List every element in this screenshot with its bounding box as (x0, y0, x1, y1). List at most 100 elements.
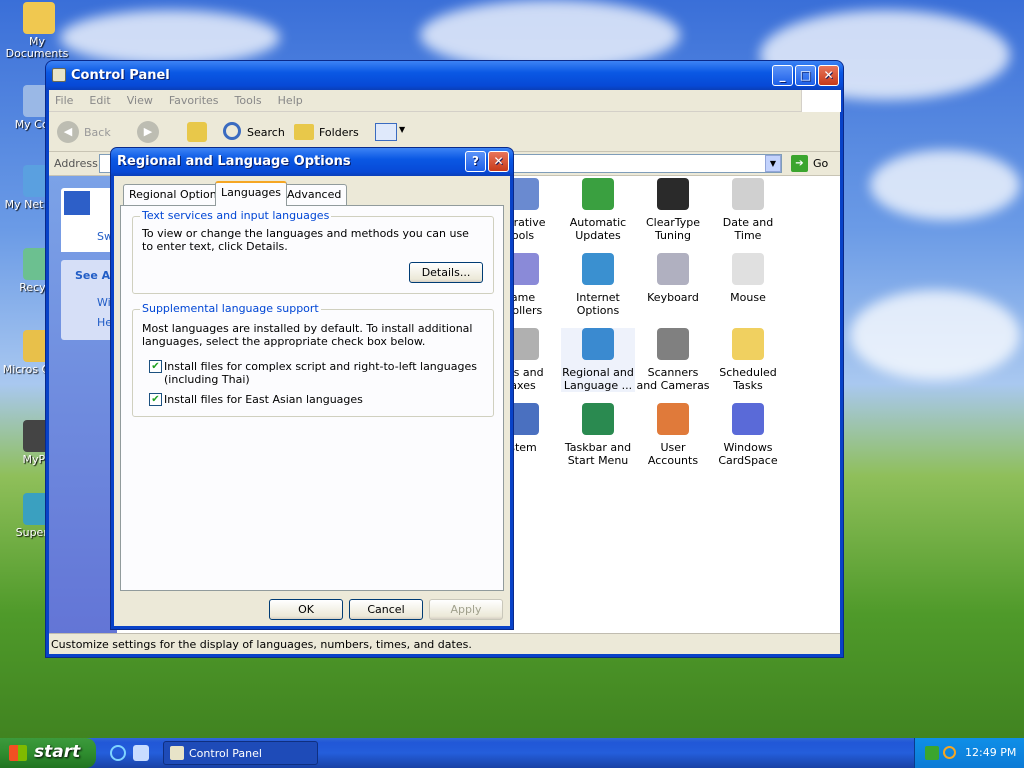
complex-script-checkbox[interactable]: ✔ (149, 360, 162, 373)
search-tray-icon[interactable] (943, 746, 956, 759)
dialog-help-button[interactable]: ? (465, 151, 486, 172)
network-tray-icon[interactable] (925, 746, 939, 760)
cp-item-label: Mouse (730, 291, 766, 304)
desktop-icon-image (23, 2, 55, 34)
text-services-group: Text services and input languages To vie… (132, 209, 494, 294)
control-panel-icon (63, 190, 91, 216)
chevron-down-icon[interactable]: ▼ (399, 125, 405, 134)
maximize-button[interactable]: □ (795, 65, 816, 86)
ok-button[interactable]: OK (269, 599, 343, 620)
cp-item-label: Windows CardSpace (718, 441, 778, 467)
supplemental-language-group: Supplemental language support Most langu… (132, 302, 494, 417)
taskbar-control-panel[interactable]: Control Panel (163, 741, 318, 765)
clock: 12:49 PM (965, 746, 1017, 759)
cp-item-label: Keyboard (647, 291, 699, 304)
up-folder-icon[interactable] (187, 122, 207, 142)
dialog-titlebar[interactable]: Regional and Language Options ? ✕ (111, 148, 513, 176)
cp-item-label: Automatic Updates (569, 216, 627, 242)
taskbar-control-panel-icon (170, 746, 184, 760)
cp-item[interactable]: Keyboard (636, 253, 710, 304)
menu-bar: File Edit View Favorites Tools Help (49, 90, 841, 112)
cp-item-icon (657, 328, 689, 360)
search-button[interactable]: Search (247, 126, 285, 139)
status-bar: Customize settings for the display of la… (49, 633, 840, 654)
east-asian-checkbox[interactable]: ✔ (149, 393, 162, 406)
cp-item-label: User Accounts (647, 441, 699, 467)
close-button[interactable]: ✕ (818, 65, 839, 86)
tab-advanced[interactable]: Advanced (281, 184, 348, 205)
back-arrow-icon[interactable]: ◀ (57, 121, 79, 143)
cp-item-label: Regional and Language ... (562, 366, 634, 392)
control-panel-window-icon (52, 68, 66, 82)
apply-button[interactable]: Apply (429, 599, 503, 620)
folders-button[interactable]: Folders (319, 126, 359, 139)
quick-launch-icon[interactable] (133, 745, 149, 761)
supplemental-language-description: Most languages are installed by default.… (142, 322, 473, 348)
text-services-title: Text services and input languages (140, 209, 332, 222)
desktop-icon[interactable]: My Documents (0, 2, 78, 60)
cp-item[interactable]: Scheduled Tasks (711, 328, 785, 392)
cp-item-icon (657, 178, 689, 210)
tab-languages[interactable]: Languages (215, 181, 288, 206)
taskbar: start Control Panel 12:49 PM (0, 738, 1024, 768)
details-button[interactable]: Details... (409, 262, 483, 283)
address-label: Address (54, 157, 98, 170)
cp-item-icon (657, 403, 689, 435)
cp-item[interactable]: Scanners and Cameras (636, 328, 710, 392)
cancel-button[interactable]: Cancel (349, 599, 423, 620)
forward-arrow-icon[interactable]: ▶ (137, 121, 159, 143)
views-icon[interactable] (375, 123, 397, 141)
taskbar-control-panel-label: Control Panel (189, 747, 262, 760)
desktop-icon-label: My Documents (5, 35, 69, 60)
system-tray: 12:49 PM (914, 738, 1024, 768)
go-button[interactable]: Go (813, 157, 828, 170)
control-panel-title: Control Panel (71, 68, 170, 83)
menu-view[interactable]: View (127, 94, 153, 107)
menu-tools[interactable]: Tools (235, 94, 262, 107)
back-button[interactable]: Back (84, 126, 111, 139)
cp-item-icon (732, 328, 764, 360)
complex-script-label[interactable]: Install files for complex script and rig… (164, 360, 484, 386)
cp-item-icon (732, 253, 764, 285)
folders-icon[interactable] (294, 124, 314, 140)
menu-file[interactable]: File (55, 94, 73, 107)
windows-flag-icon (9, 745, 27, 761)
cp-item-icon (732, 403, 764, 435)
cp-item-icon (657, 253, 689, 285)
windows-update-link[interactable]: Wi (97, 296, 111, 309)
cp-item-icon (582, 328, 614, 360)
cp-item[interactable]: Date and Time (711, 178, 785, 242)
cp-item-label: Internet Options (576, 291, 620, 317)
cp-item-label: Date and Time (722, 216, 774, 242)
control-panel-titlebar[interactable]: Control Panel _ □ ✕ (46, 61, 843, 90)
minimize-button[interactable]: _ (772, 65, 793, 86)
dialog-close-button[interactable]: ✕ (488, 151, 509, 172)
internet-explorer-icon[interactable] (110, 745, 126, 761)
cp-item[interactable]: Automatic Updates (561, 178, 635, 242)
cp-item[interactable]: ClearType Tuning (636, 178, 710, 242)
cp-item-label: ClearType Tuning (645, 216, 701, 242)
search-icon[interactable] (223, 122, 241, 140)
cp-item[interactable]: Regional and Language ... (561, 328, 635, 392)
tab-regional-options[interactable]: Regional Options (123, 184, 229, 205)
cp-item-label: Scanners and Cameras (636, 366, 710, 392)
cp-item[interactable]: Taskbar and Start Menu (561, 403, 635, 467)
go-arrow-icon[interactable]: ➔ (791, 155, 808, 172)
menu-help[interactable]: Help (278, 94, 303, 107)
cp-item[interactable]: Mouse (711, 253, 785, 304)
cp-item-label: Scheduled Tasks (719, 366, 777, 392)
regional-language-dialog: Regional and Language Options ? ✕ Region… (110, 147, 514, 630)
cp-item[interactable]: User Accounts (636, 403, 710, 467)
cp-item-icon (582, 178, 614, 210)
start-label: start (34, 742, 81, 762)
cp-item-icon (732, 178, 764, 210)
address-dropdown-icon[interactable]: ▼ (765, 155, 781, 172)
start-button[interactable]: start (0, 738, 96, 768)
windows-logo-icon (801, 90, 841, 112)
menu-favorites[interactable]: Favorites (169, 94, 219, 107)
cp-item[interactable]: Windows CardSpace (711, 403, 785, 467)
cp-item-label: Taskbar and Start Menu (564, 441, 632, 467)
cp-item[interactable]: Internet Options (561, 253, 635, 317)
menu-edit[interactable]: Edit (89, 94, 110, 107)
east-asian-label[interactable]: Install files for East Asian languages (164, 393, 484, 406)
